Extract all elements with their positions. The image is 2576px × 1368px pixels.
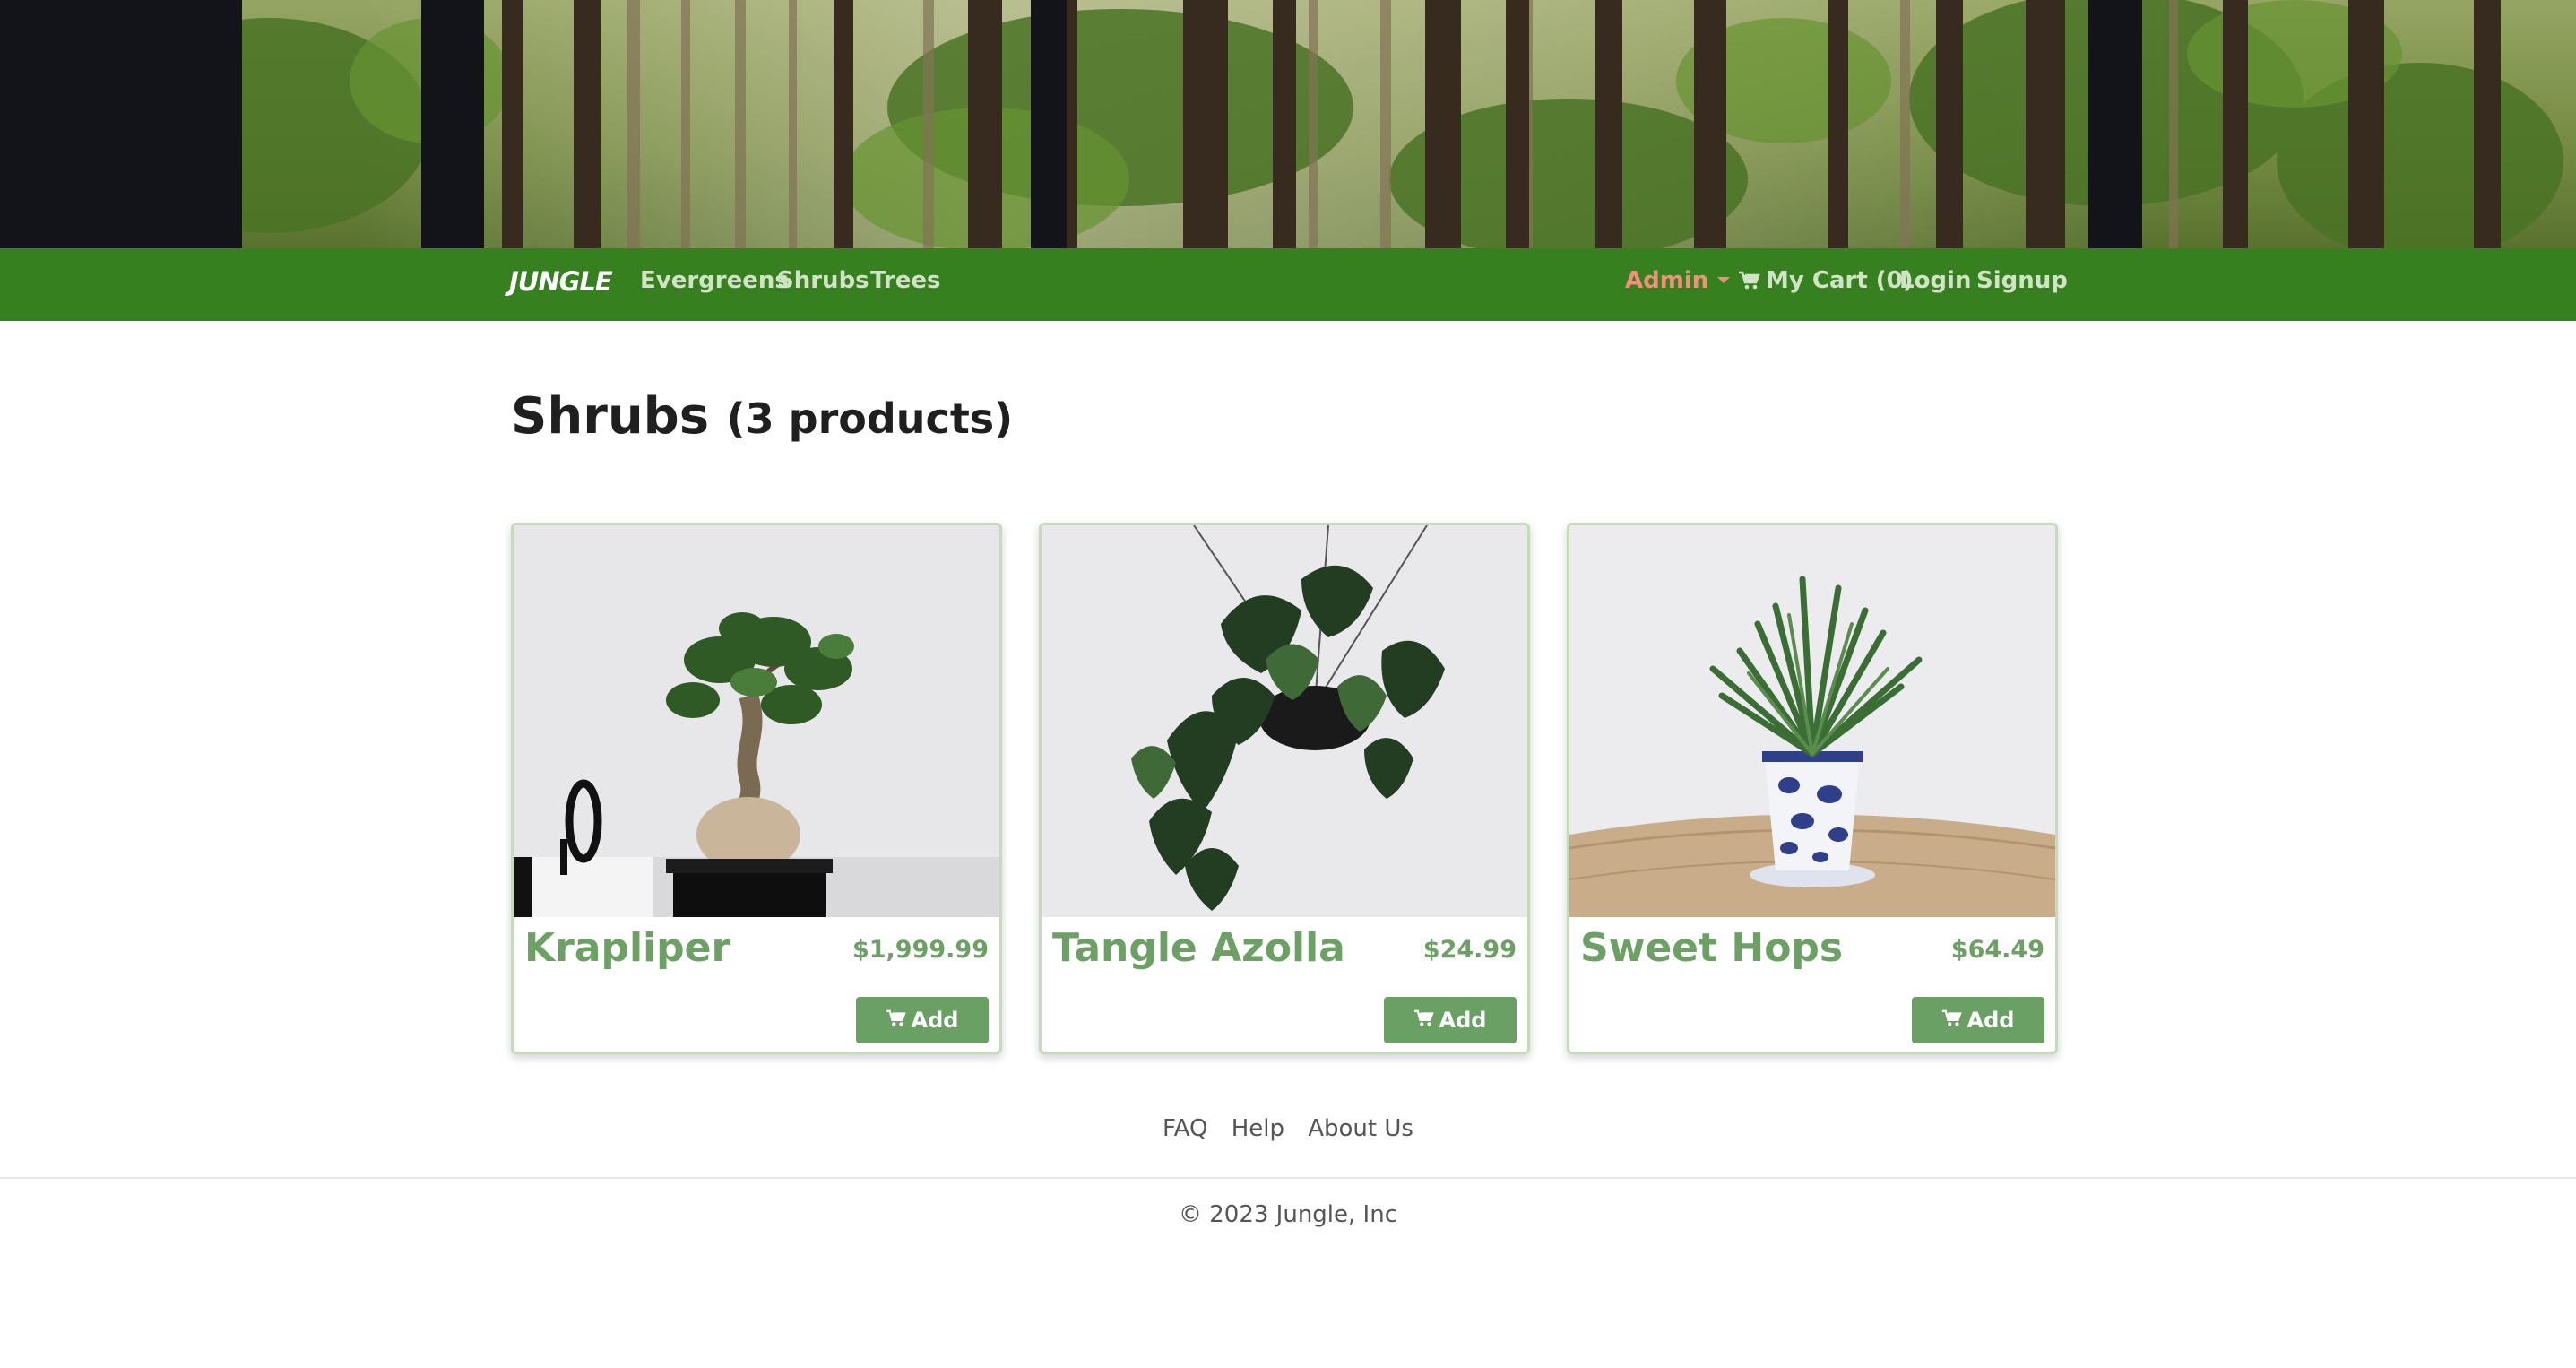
my-cart-link[interactable]: My Cart (0): [1739, 267, 1914, 297]
product-image[interactable]: [1569, 525, 2055, 917]
my-cart-label: My Cart (0): [1766, 267, 1914, 294]
product-card[interactable]: Sweet Hops $64.49 Add: [1567, 523, 2058, 1054]
top-navbar: JUNGLE Evergreens Shrubs Trees Admin My …: [0, 248, 2576, 321]
add-button-label: Add: [1967, 1008, 2015, 1033]
cart-icon: [886, 1008, 906, 1033]
product-name[interactable]: Tangle Azolla: [1052, 925, 1345, 971]
product-card[interactable]: Tangle Azolla $24.99 Add: [1039, 523, 1530, 1054]
product-card[interactable]: Krapliper $1,999.99 Add: [511, 523, 1002, 1054]
footer-link-help[interactable]: Help: [1232, 1115, 1284, 1142]
admin-label: Admin: [1625, 267, 1709, 294]
brand-logo-link[interactable]: JUNGLE: [509, 266, 613, 297]
signup-link[interactable]: Signup: [1976, 267, 2068, 294]
product-count: (3 products): [726, 394, 1014, 443]
login-link[interactable]: Login: [1899, 267, 1971, 294]
product-image[interactable]: [514, 525, 999, 917]
add-to-cart-button[interactable]: Add: [856, 997, 989, 1043]
product-name[interactable]: Sweet Hops: [1580, 925, 1843, 971]
product-image[interactable]: [1042, 525, 1527, 917]
page-title: Shrubs (3 products): [511, 387, 1013, 446]
product-name[interactable]: Krapliper: [524, 925, 730, 971]
add-to-cart-button[interactable]: Add: [1384, 997, 1517, 1043]
add-button-label: Add: [911, 1008, 959, 1033]
product-price: $24.99: [1422, 936, 1517, 964]
footer-link-faq[interactable]: FAQ: [1163, 1115, 1207, 1142]
category-title: Shrubs: [511, 387, 710, 446]
admin-dropdown-toggle[interactable]: Admin: [1625, 267, 1731, 294]
cart-icon: [1413, 1008, 1434, 1033]
footer-divider: [0, 1177, 2576, 1179]
nav-link-shrubs[interactable]: Shrubs: [777, 267, 869, 294]
cart-icon: [1739, 270, 1760, 297]
copyright-text: © 2023 Jungle, Inc: [1178, 1201, 1398, 1228]
forest-banner-image: [0, 0, 2576, 248]
footer-links: FAQ Help About Us: [0, 1115, 2576, 1142]
add-button-label: Add: [1439, 1008, 1487, 1033]
product-price: $64.49: [1950, 936, 2044, 964]
add-to-cart-button[interactable]: Add: [1912, 997, 2044, 1043]
product-price: $1,999.99: [851, 936, 989, 964]
caret-down-icon: [1717, 277, 1731, 283]
nav-link-evergreens[interactable]: Evergreens: [640, 267, 789, 294]
nav-link-trees[interactable]: Trees: [870, 267, 940, 294]
footer-link-about-us[interactable]: About Us: [1308, 1115, 1413, 1142]
cart-icon: [1941, 1008, 1962, 1033]
